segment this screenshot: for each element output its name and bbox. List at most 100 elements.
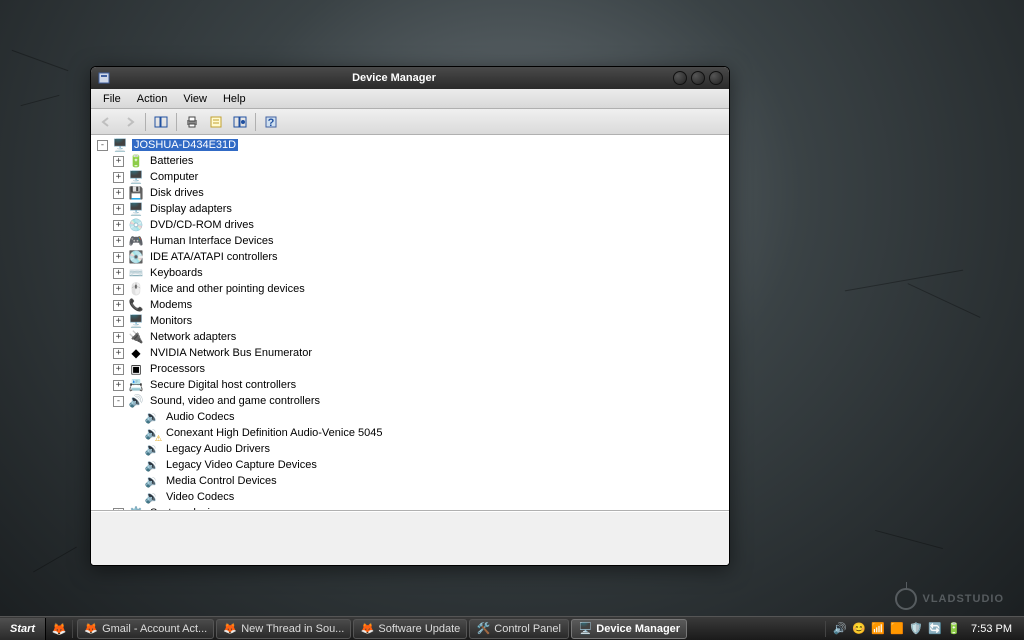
expand-icon[interactable]: + [113, 364, 124, 375]
menubar: File Action View Help [91, 89, 729, 109]
expand-icon[interactable]: + [113, 332, 124, 343]
tree-node[interactable]: -🖥️JOSHUA-D434E31D [93, 137, 727, 153]
tree-node[interactable]: +📞Modems [93, 297, 727, 313]
mouse-icon: 🖱️ [128, 281, 144, 297]
properties-button[interactable] [205, 112, 227, 132]
expand-icon[interactable]: + [113, 220, 124, 231]
taskbar-task-button[interactable]: 🦊New Thread in Sou... [216, 619, 351, 639]
expand-icon[interactable]: + [113, 348, 124, 359]
show-hide-tree-button[interactable] [150, 112, 172, 132]
wallpaper-watermark: VLADSTUDIO [895, 588, 1005, 610]
device-manager-window: Device Manager File Action View Help ? -… [90, 66, 730, 566]
titlebar[interactable]: Device Manager [91, 67, 729, 89]
tree-node[interactable]: +🎮Human Interface Devices [93, 233, 727, 249]
tree-node[interactable]: -🔊Sound, video and game controllers [93, 393, 727, 409]
tree-node-label: Batteries [148, 154, 195, 168]
tree-node-label: Network adapters [148, 330, 238, 344]
tray-updates-icon[interactable]: 🔄 [927, 621, 943, 637]
tree-node[interactable]: +💾Disk drives [93, 185, 727, 201]
tree-node-label: Monitors [148, 314, 194, 328]
device-tree[interactable]: -🖥️JOSHUA-D434E31D+🔋Batteries+🖥️Computer… [91, 135, 729, 511]
tree-node-label: Video Codecs [164, 490, 236, 504]
maximize-button[interactable] [691, 71, 705, 85]
tree-node[interactable]: +🖥️Monitors [93, 313, 727, 329]
expand-icon[interactable]: + [113, 204, 124, 215]
tree-node-label: Display adapters [148, 202, 234, 216]
expand-icon[interactable]: + [113, 284, 124, 295]
taskbar-clock[interactable]: 7:53 PM [965, 623, 1018, 635]
expand-icon[interactable]: + [113, 380, 124, 391]
tree-node[interactable]: 🔉Media Control Devices [93, 473, 727, 489]
codec-icon: 🔉 [144, 489, 160, 505]
tree-node[interactable]: +⌨️Keyboards [93, 265, 727, 281]
menu-action[interactable]: Action [129, 91, 176, 107]
menu-view[interactable]: View [175, 91, 215, 107]
tree-node-label: Disk drives [148, 186, 206, 200]
start-button[interactable]: Start [0, 618, 46, 640]
window-icon [97, 71, 111, 85]
tray-smiley-icon[interactable]: 😊 [851, 621, 867, 637]
taskbar-task-button[interactable]: 🖥️Device Manager [571, 619, 687, 639]
quicklaunch-icon[interactable]: 🦊 [50, 620, 68, 638]
codec-icon: 🔉 [144, 473, 160, 489]
expand-icon[interactable]: + [113, 252, 124, 263]
tree-node[interactable]: + 🖥️ Display adapters [93, 201, 727, 217]
tree-node[interactable]: + 🖱️ Mice and other pointing devices [93, 281, 727, 297]
tray-antivirus-icon[interactable]: 🛡️ [908, 621, 924, 637]
tray-battery-icon[interactable]: 🔋 [946, 621, 962, 637]
tray-volume-icon[interactable]: 🔊 [832, 621, 848, 637]
tree-node[interactable]: 🔉⚠Conexant High Definition Audio-Venice … [93, 425, 727, 441]
firefox-icon: 🦊 [84, 622, 98, 636]
display-icon: 🖥️ [128, 201, 144, 217]
expand-icon[interactable]: + [113, 316, 124, 327]
expand-icon[interactable]: + [113, 172, 124, 183]
cpu-icon: ▣ [128, 361, 144, 377]
collapse-icon[interactable]: - [113, 396, 124, 407]
print-button[interactable] [181, 112, 203, 132]
tree-node[interactable]: +▣Processors [93, 361, 727, 377]
taskbar-task-button[interactable]: 🦊 Software Update [353, 619, 467, 639]
tree-node-label: Sound, video and game controllers [148, 394, 322, 408]
controlpanel-icon: 🛠️ [476, 622, 490, 636]
tree-node[interactable]: +💽IDE ATA/ATAPI controllers [93, 249, 727, 265]
menu-file[interactable]: File [95, 91, 129, 107]
tree-spacer [129, 444, 140, 455]
tree-node[interactable]: 🔉Legacy Video Capture Devices [93, 457, 727, 473]
tree-node[interactable]: 🔉 Video Codecs [93, 489, 727, 505]
toolbar: ? [91, 109, 729, 135]
tree-node[interactable]: +◆NVIDIA Network Bus Enumerator [93, 345, 727, 361]
scan-hardware-button[interactable] [229, 112, 251, 132]
task-label: Gmail - Account Act... [102, 623, 207, 635]
task-label: Software Update [378, 623, 460, 635]
firefox-icon: 🦊 [360, 622, 374, 636]
tray-app-icon[interactable]: 🟧 [889, 621, 905, 637]
tree-node[interactable]: 🔉Legacy Audio Drivers [93, 441, 727, 457]
tree-node[interactable]: +🔌Network adapters [93, 329, 727, 345]
taskbar-task-button[interactable]: 🛠️Control Panel [469, 619, 569, 639]
collapse-icon[interactable]: - [97, 140, 108, 151]
menu-help[interactable]: Help [215, 91, 254, 107]
expand-icon[interactable]: + [113, 188, 124, 199]
close-button[interactable] [709, 71, 723, 85]
expand-icon[interactable]: + [113, 300, 124, 311]
tree-node-label: Secure Digital host controllers [148, 378, 298, 392]
expand-icon[interactable]: + [113, 268, 124, 279]
expand-icon[interactable]: + [113, 156, 124, 167]
tree-node-label: JOSHUA-D434E31D [132, 139, 238, 151]
tree-node-label: Conexant High Definition Audio-Venice 50… [164, 426, 384, 440]
tree-node[interactable]: 🔉Audio Codecs [93, 409, 727, 425]
tree-node[interactable]: +🖥️Computer [93, 169, 727, 185]
tree-node[interactable]: +💿DVD/CD-ROM drives [93, 217, 727, 233]
taskbar-task-button[interactable]: 🦊 Gmail - Account Act... [77, 619, 214, 639]
minimize-button[interactable] [673, 71, 687, 85]
expand-icon[interactable]: + [113, 236, 124, 247]
tree-node[interactable]: +🔋Batteries [93, 153, 727, 169]
tree-spacer [129, 412, 140, 423]
nvidia-icon: ◆ [128, 345, 144, 361]
tree-node-label: Mice and other pointing devices [148, 282, 307, 296]
tree-node[interactable]: +📇Secure Digital host controllers [93, 377, 727, 393]
tray-network-icon[interactable]: 📶 [870, 621, 886, 637]
system-tray: 🔊 😊 📶 🟧 🛡️ 🔄 🔋 7:53 PM [825, 621, 1024, 637]
help-button[interactable]: ? [260, 112, 282, 132]
forward-button [119, 112, 141, 132]
